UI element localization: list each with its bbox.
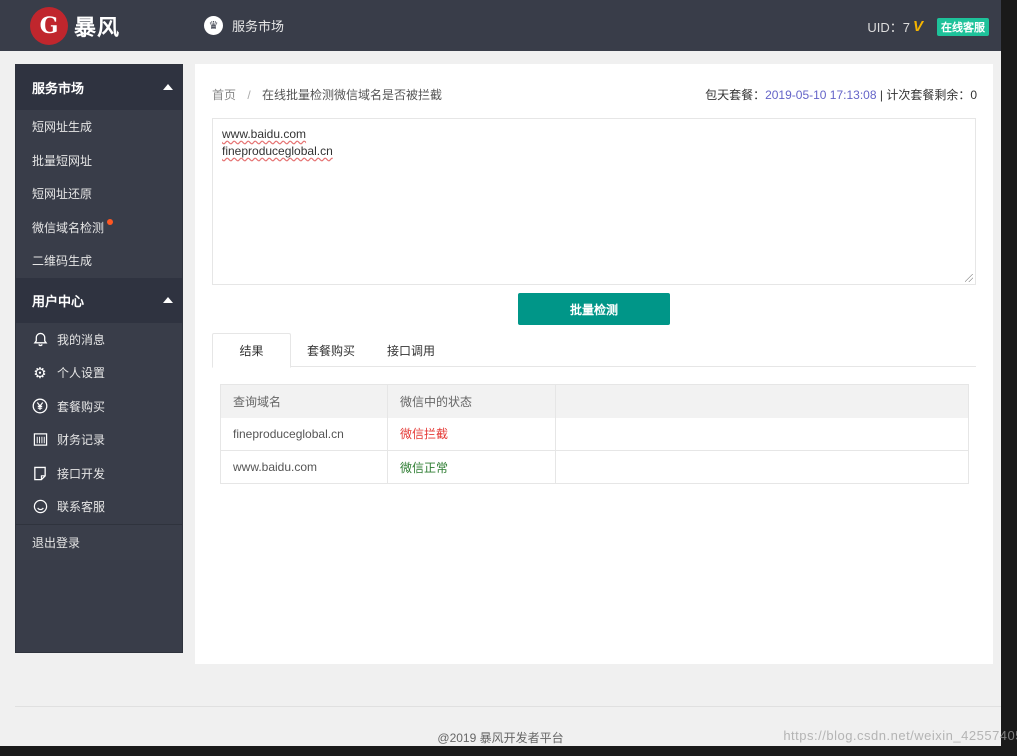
footer-divider [15, 706, 1001, 707]
plan-date: 2019-05-10 17:13:08 [765, 88, 877, 102]
sidebar-item-settings[interactable]: ⚙ 个人设置 [16, 356, 182, 390]
logo-text: 暴风 [74, 15, 121, 41]
sidebar-item-batch-short-url[interactable]: 批量短网址 [16, 144, 182, 178]
logout-label: 退出登录 [32, 535, 81, 550]
sidebar-item-wechat-domain-check[interactable]: 微信域名检测 [16, 211, 182, 245]
table-cell-status: 微信正常 [387, 450, 556, 484]
plan-count-label: 计次套餐剩余：0 [886, 88, 977, 102]
vip-icon: V [912, 18, 923, 35]
sidebar-item-label: 接口开发 [57, 466, 106, 481]
table-row: fineproduceglobal.cn 微信拦截 [220, 417, 969, 451]
nav-service-market[interactable]: ♛ 服务市场 [204, 16, 284, 35]
table-header-row: 查询域名 微信中的状态 [220, 384, 969, 418]
uid-label: UID：7 [867, 20, 910, 35]
sidebar-item-short-url[interactable]: 短网址生成 [16, 110, 182, 144]
crown-icon: ♛ [204, 16, 223, 35]
logout-button[interactable]: 退出登录 [16, 523, 182, 560]
sidebar-item-plan-purchase[interactable]: 套餐购买 [16, 390, 182, 424]
app-frame: G 暴风 ♛ 服务市场 UID：7 V 在线客服 服务市场 短网址生成 批量短网… [0, 0, 1001, 746]
brand-logo[interactable]: G 暴风 [30, 5, 140, 47]
online-service-button[interactable]: 在线客服 [937, 17, 989, 36]
tab-plan-purchase[interactable]: 套餐购买 [291, 333, 371, 368]
table-header-status: 微信中的状态 [387, 384, 556, 418]
sidebar: 服务市场 短网址生成 批量短网址 短网址还原 微信域名检测 二维码生成 用户中心… [15, 64, 183, 653]
bell-icon [32, 331, 48, 347]
calendar-icon [32, 432, 48, 448]
main-panel: 首页 / 在线批量检测微信域名是否被拦截 包天套餐：2019-05-10 17:… [195, 64, 993, 664]
sidebar-item-restore-url[interactable]: 短网址还原 [16, 177, 182, 211]
sidebar-item-qrcode[interactable]: 二维码生成 [16, 244, 182, 278]
resize-handle-icon[interactable] [965, 274, 973, 282]
table-cell-domain: www.baidu.com [220, 450, 388, 484]
sidebar-item-label: 套餐购买 [57, 399, 106, 414]
table-header-empty [555, 384, 969, 418]
caret-up-icon [163, 296, 173, 303]
sidebar-item-label: 短网址生成 [32, 120, 93, 135]
breadcrumb-separator: / [247, 88, 251, 102]
textarea-line: fineproduceglobal.cn [222, 144, 333, 158]
table-cell-domain: fineproduceglobal.cn [220, 417, 388, 451]
tab-bar: 结果 套餐购买 接口调用 [212, 333, 976, 368]
sidebar-group-label: 服务市场 [32, 81, 85, 96]
table-header-domain: 查询域名 [220, 384, 388, 418]
caret-up-icon [163, 84, 173, 90]
plan-daily-label: 包天套餐： [705, 88, 766, 102]
sidebar-item-api-dev[interactable]: 接口开发 [16, 457, 182, 491]
table-cell-empty [555, 417, 969, 451]
results-table: 查询域名 微信中的状态 fineproduceglobal.cn 微信拦截 ww… [220, 384, 969, 484]
domain-textarea[interactable]: www.baidu.com fineproduceglobal.cn [212, 118, 976, 285]
nav-service-market-label: 服务市场 [232, 19, 285, 34]
watermark-text: https://blog.csdn.net/weixin_42557405 [783, 728, 1017, 743]
smile-icon [32, 499, 48, 515]
tab-api-call[interactable]: 接口调用 [371, 333, 451, 368]
table-cell-empty [556, 451, 969, 484]
breadcrumb: 首页 / 在线批量检测微信域名是否被拦截 [212, 86, 442, 103]
sidebar-item-contact-support[interactable]: 联系客服 [16, 490, 182, 524]
sidebar-item-messages[interactable]: 我的消息 [16, 323, 182, 357]
batch-check-button[interactable]: 批量检测 [518, 293, 670, 325]
gear-icon: ⚙ [33, 364, 47, 382]
breadcrumb-current: 在线批量检测微信域名是否被拦截 [262, 88, 443, 102]
tab-results[interactable]: 结果 [212, 333, 291, 368]
sidebar-item-finance[interactable]: 财务记录 [16, 423, 182, 457]
sidebar-group-user-center[interactable]: 用户中心 [16, 277, 182, 323]
breadcrumb-home[interactable]: 首页 [212, 88, 236, 102]
table-row: www.baidu.com 微信正常 [220, 450, 969, 484]
plan-info: 包天套餐：2019-05-10 17:13:08 | 计次套餐剩余：0 [705, 86, 977, 103]
yen-icon [32, 398, 48, 414]
sidebar-group-label: 用户中心 [32, 293, 85, 309]
user-info: UID：7 V 在线客服 [867, 17, 989, 36]
sidebar-item-label: 个人设置 [57, 366, 106, 381]
sidebar-group-service-market[interactable]: 服务市场 [16, 65, 182, 110]
sidebar-item-label: 微信域名检测 [32, 220, 105, 235]
notification-dot [107, 219, 114, 226]
textarea-line: www.baidu.com [222, 127, 307, 141]
sidebar-item-label: 联系客服 [57, 500, 106, 515]
sidebar-item-label: 二维码生成 [32, 254, 93, 269]
sidebar-item-label: 批量短网址 [32, 153, 93, 168]
sidebar-item-label: 财务记录 [57, 433, 106, 448]
table-cell-status: 微信拦截 [387, 417, 556, 451]
document-icon [32, 465, 48, 481]
top-header: G 暴风 ♛ 服务市场 UID：7 V 在线客服 [0, 0, 1001, 51]
plan-divider: | [876, 88, 887, 102]
sidebar-item-label: 短网址还原 [32, 187, 93, 202]
logo-mark-icon: G [30, 7, 68, 45]
sidebar-item-label: 我的消息 [57, 332, 106, 347]
